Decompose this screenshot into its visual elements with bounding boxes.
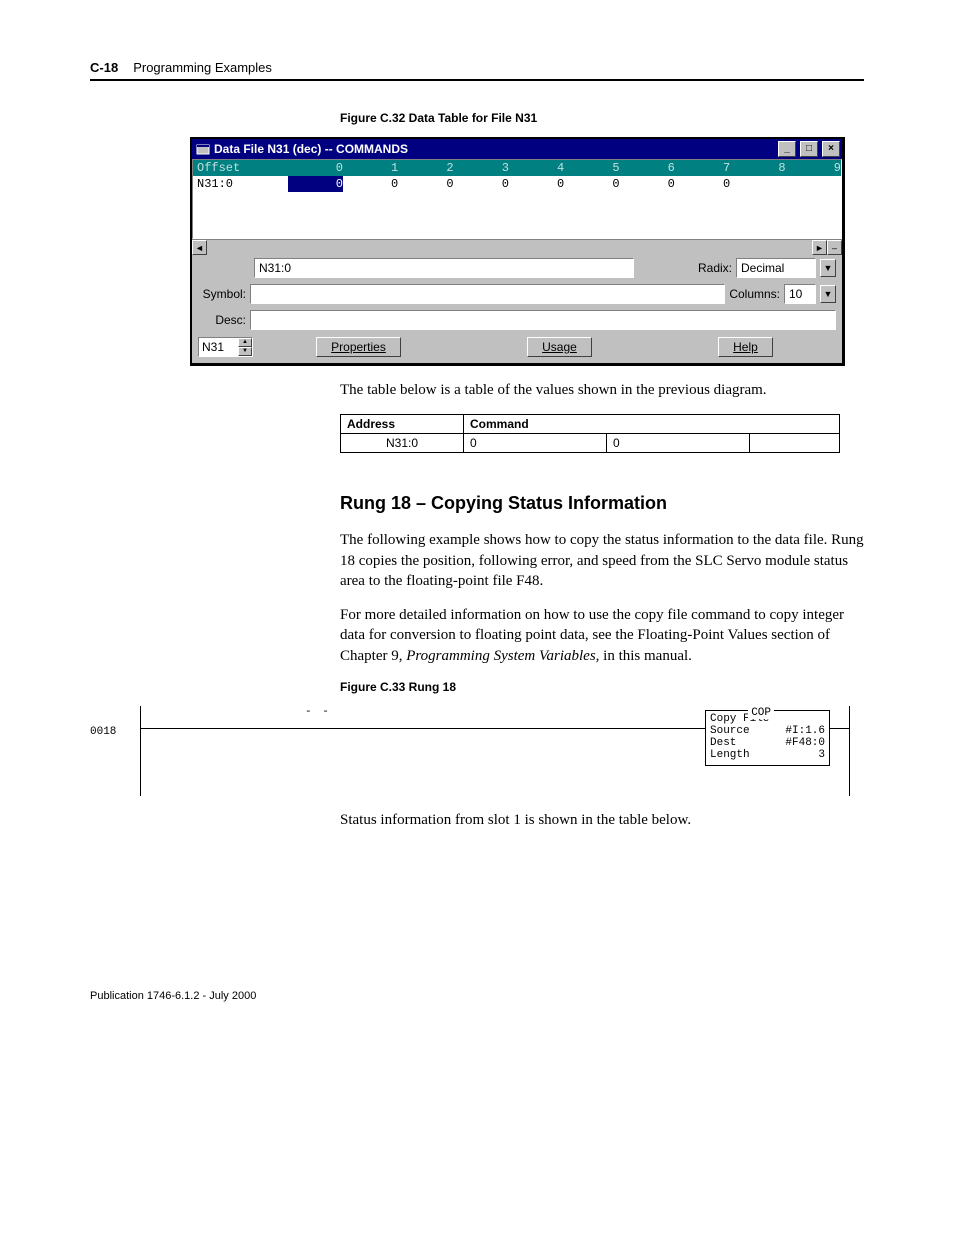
page-number: C-18 — [90, 60, 118, 75]
col-5: 5 — [564, 160, 619, 176]
heading-rung18: Rung 18 – Copying Status Information — [340, 493, 864, 514]
figure-caption-c33: Figure C.33 Rung 18 — [340, 680, 864, 694]
scroll-right-button[interactable]: ► — [812, 240, 827, 255]
cell-1[interactable]: 0 — [343, 176, 398, 192]
address-command-table: Address Command N31:0 0 0 — [340, 414, 840, 453]
page-header: C-18 Programming Examples — [90, 60, 864, 81]
cell-6[interactable]: 0 — [620, 176, 675, 192]
scroll-end-button[interactable]: – — [827, 240, 842, 255]
para3-b: in this manual. — [599, 648, 692, 664]
radix-label: Radix: — [698, 261, 732, 275]
columns-select[interactable]: 10 — [784, 284, 816, 304]
left-bus — [140, 706, 141, 796]
th-address: Address — [341, 415, 464, 434]
minimize-button[interactable]: _ — [778, 141, 796, 157]
td-c3 — [750, 434, 840, 453]
window-title: Data File N31 (dec) -- COMMANDS — [214, 142, 774, 156]
cop-source-value: #I:1.6 — [785, 725, 825, 737]
cell-7[interactable]: 0 — [675, 176, 730, 192]
rung-number: 0018 — [90, 726, 116, 738]
columns-label: Columns: — [729, 287, 780, 301]
td-address: N31:0 — [341, 434, 464, 453]
publication-footer: Publication 1746-6.1.2 - July 2000 — [90, 990, 864, 1002]
window-icon — [196, 142, 210, 156]
close-button[interactable]: × — [822, 141, 840, 157]
section-name: Programming Examples — [133, 60, 272, 75]
col-offset: Offset — [193, 160, 288, 176]
symbol-label: Symbol: — [198, 287, 246, 301]
horizontal-scrollbar[interactable]: ◄ ► – — [192, 239, 842, 255]
cop-label: COP — [748, 707, 774, 719]
data-file-window: Data File N31 (dec) -- COMMANDS _ □ × Of… — [190, 137, 845, 366]
row-address[interactable]: N31:0 — [193, 176, 288, 192]
grid-data-row[interactable]: N31:0 0 0 0 0 0 0 0 0 — [193, 176, 841, 192]
paragraph-2: The following example shows how to copy … — [340, 530, 864, 591]
address-value: N31:0 — [259, 261, 291, 275]
para3-italic: Programming System Variables, — [406, 648, 599, 664]
desc-input[interactable] — [250, 310, 836, 330]
radix-select[interactable]: Decimal — [736, 258, 816, 278]
col-9: 9 — [786, 160, 841, 176]
cell-3[interactable]: 0 — [454, 176, 509, 192]
spin-down-button[interactable]: ▼ — [238, 347, 252, 356]
paragraph-3: For more detailed information on how to … — [340, 605, 864, 666]
cop-dest-value: #F48:0 — [785, 737, 825, 749]
usage-button[interactable]: Usage — [527, 337, 592, 357]
data-grid[interactable]: Offset 0 1 2 3 4 5 6 7 8 9 N31:0 0 0 0 — [192, 159, 842, 239]
file-spinner[interactable]: N31 ▲ ▼ — [198, 337, 253, 357]
paragraph-4: Status information from slot 1 is shown … — [340, 810, 864, 830]
col-2: 2 — [398, 160, 453, 176]
cell-2[interactable]: 0 — [398, 176, 453, 192]
properties-button[interactable]: Properties — [316, 337, 401, 357]
td-c1: 0 — [464, 434, 607, 453]
scroll-left-button[interactable]: ◄ — [192, 240, 207, 255]
th-command: Command — [464, 415, 840, 434]
col-0: 0 — [288, 160, 343, 176]
spin-up-button[interactable]: ▲ — [238, 338, 252, 347]
cop-source-label: Source — [710, 725, 750, 737]
dashes: - - — [305, 706, 331, 718]
cell-8[interactable] — [730, 176, 785, 192]
cell-5[interactable]: 0 — [564, 176, 619, 192]
td-c2: 0 — [607, 434, 750, 453]
col-3: 3 — [454, 160, 509, 176]
maximize-button[interactable]: □ — [800, 141, 818, 157]
cop-instruction: COP Copy File Source #I:1.6 Dest #F48:0 … — [705, 710, 830, 766]
help-button[interactable]: Help — [718, 337, 773, 357]
col-4: 4 — [509, 160, 564, 176]
paragraph-1: The table below is a table of the values… — [340, 380, 864, 400]
symbol-input[interactable] — [250, 284, 725, 304]
right-bus — [849, 706, 850, 796]
cop-length-value: 3 — [818, 749, 825, 761]
cop-length-label: Length — [710, 749, 750, 761]
titlebar: Data File N31 (dec) -- COMMANDS _ □ × — [192, 139, 842, 159]
radix-dropdown-button[interactable]: ▼ — [820, 259, 836, 277]
cell-4[interactable]: 0 — [509, 176, 564, 192]
col-8: 8 — [730, 160, 785, 176]
cop-dest-label: Dest — [710, 737, 736, 749]
desc-label: Desc: — [198, 313, 246, 327]
figure-caption-c32: Figure C.32 Data Table for File N31 — [340, 111, 864, 125]
col-7: 7 — [675, 160, 730, 176]
col-1: 1 — [343, 160, 398, 176]
file-spinner-value: N31 — [202, 340, 224, 354]
grid-header-row: Offset 0 1 2 3 4 5 6 7 8 9 — [193, 160, 841, 176]
cell-0[interactable]: 0 — [288, 176, 343, 192]
columns-dropdown-button[interactable]: ▼ — [820, 285, 836, 303]
cell-9[interactable] — [786, 176, 841, 192]
radix-value: Decimal — [741, 261, 784, 275]
address-input[interactable]: N31:0 — [254, 258, 634, 278]
col-6: 6 — [620, 160, 675, 176]
columns-value: 10 — [789, 287, 802, 301]
